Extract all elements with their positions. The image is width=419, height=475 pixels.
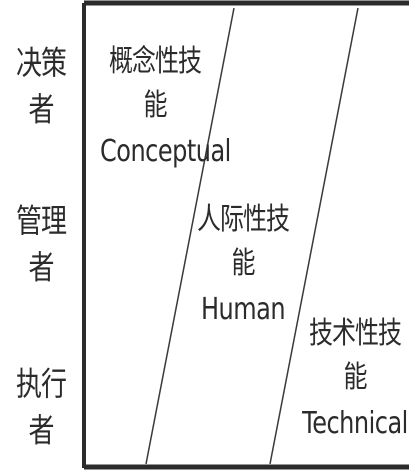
- skill-technical: 技术性技能 Technical: [300, 308, 410, 441]
- skill-technical-cn: 技术性技能: [309, 315, 402, 395]
- level-label-decision-maker: 决策者: [15, 45, 67, 129]
- skill-conceptual-cn: 概念性技能: [109, 43, 202, 123]
- skill-human-en: Human: [200, 291, 286, 327]
- skill-human: 人际性技能 Human: [188, 194, 298, 327]
- level-label-manager: 管理者: [15, 203, 67, 287]
- skill-technical-en: Technical: [302, 405, 408, 441]
- skill-human-cn: 人际性技能: [197, 201, 290, 281]
- level-label-executor: 执行者: [15, 366, 67, 450]
- skill-conceptual-en: Conceptual: [100, 133, 231, 169]
- skill-conceptual: 概念性技能 Conceptual: [100, 36, 231, 169]
